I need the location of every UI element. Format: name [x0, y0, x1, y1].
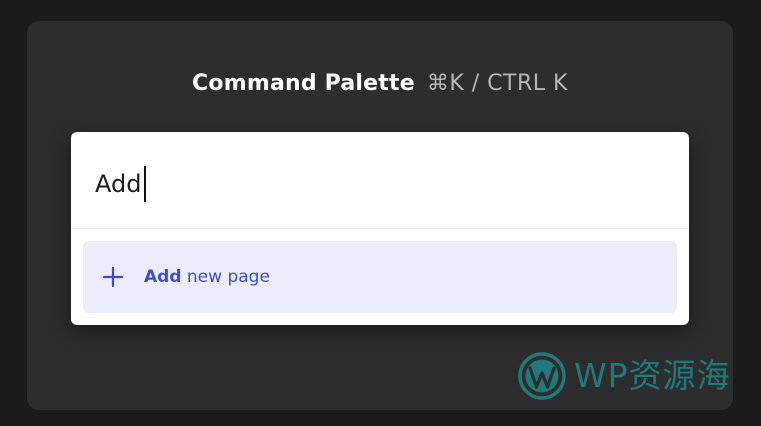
result-label-rest: new page: [181, 267, 270, 287]
result-label-match: Add: [144, 267, 182, 287]
command-input[interactable]: [95, 164, 655, 204]
watermark: WP资源海: [517, 351, 752, 403]
command-palette: Add new page: [71, 132, 689, 325]
shortcut-hint: ⌘K / CTRL K: [426, 71, 568, 96]
page-title: Command Palette: [192, 71, 415, 96]
search-area: [71, 132, 689, 229]
result-label: Add new page: [144, 265, 270, 289]
wordpress-logo-icon: [518, 352, 566, 400]
plus-icon: [103, 267, 123, 287]
result-add-new-page[interactable]: Add new page: [83, 241, 677, 313]
text-cursor: [144, 166, 146, 202]
header: Command Palette ⌘K / CTRL K: [27, 69, 733, 99]
watermark-text: WP资源海: [574, 356, 731, 395]
